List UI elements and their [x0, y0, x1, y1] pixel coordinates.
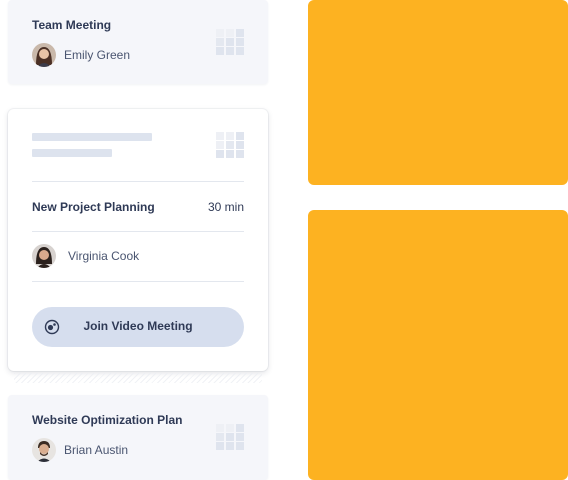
- card-stack-shadow: [14, 373, 262, 383]
- divider: [32, 231, 244, 232]
- avatar: [32, 438, 56, 462]
- meeting-title: Website Optimization Plan: [32, 413, 183, 427]
- divider: [32, 181, 244, 182]
- attendee-name: Virginia Cook: [68, 249, 140, 263]
- avatar: [32, 244, 56, 268]
- grid-chart-icon: [216, 424, 244, 450]
- attendee-name: Emily Green: [64, 48, 131, 62]
- divider: [32, 281, 244, 282]
- join-button-label: Join Video Meeting: [83, 319, 193, 333]
- meeting-duration: 30 min: [207, 200, 244, 214]
- join-video-meeting-button[interactable]: Join Video Meeting: [32, 307, 244, 347]
- attendee: Brian Austin: [32, 438, 128, 462]
- grid-chart-icon: [216, 132, 244, 158]
- image-placeholder: [308, 210, 568, 480]
- meeting-card-active[interactable]: New Project Planning 30 min Virginia Coo…: [8, 109, 268, 371]
- meeting-card-team-meeting[interactable]: Team Meeting Emily Green: [8, 0, 268, 84]
- avatar: [32, 43, 56, 67]
- attendee: Emily Green: [32, 43, 130, 67]
- meeting-title: New Project Planning: [32, 200, 155, 214]
- meeting-card-website-optimization[interactable]: Website Optimization Plan Brian Austin: [8, 395, 268, 480]
- skeleton-line: [32, 149, 112, 157]
- grid-chart-icon: [216, 29, 244, 55]
- skeleton-line: [32, 133, 152, 141]
- attendee-name: Brian Austin: [64, 443, 129, 457]
- attendee: Virginia Cook: [32, 244, 139, 268]
- image-placeholder: [308, 0, 568, 185]
- meeting-title: Team Meeting: [32, 18, 112, 32]
